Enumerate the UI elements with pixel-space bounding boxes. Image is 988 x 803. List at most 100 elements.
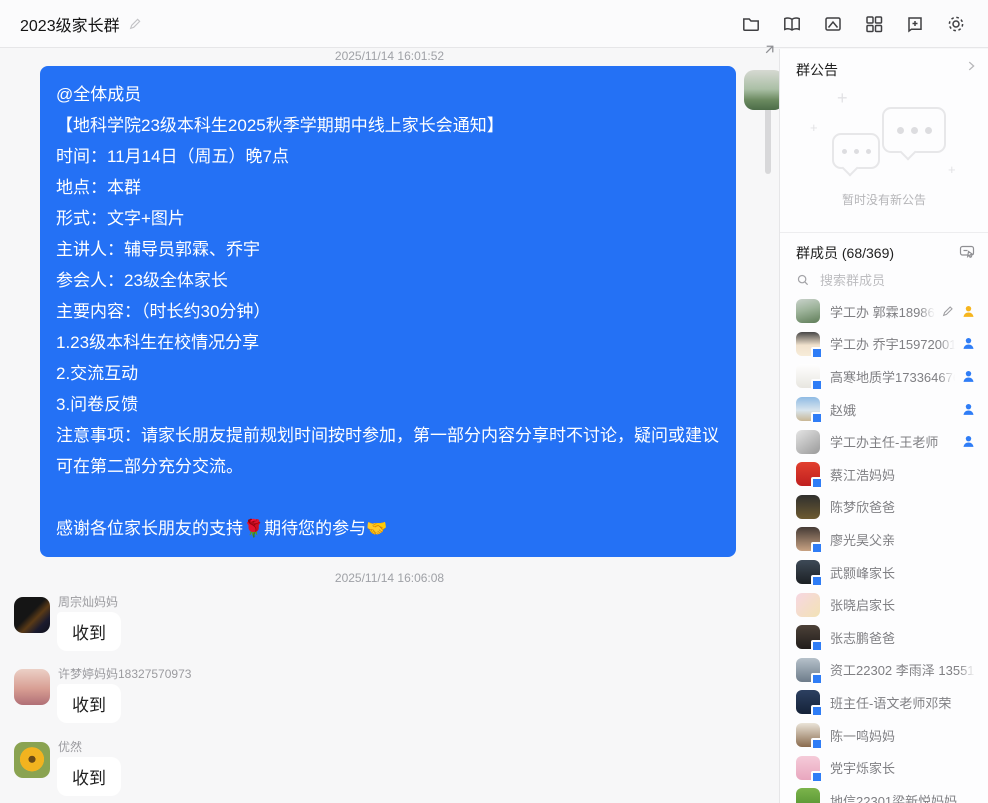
member-name: 廖光昊父亲 xyxy=(830,530,975,549)
role-person-icon xyxy=(962,305,975,318)
announcement-line: 3.问卷反馈 xyxy=(56,389,720,420)
grid-icon[interactable] xyxy=(862,12,886,36)
member-name: 地信22301梁新悦妈妈 xyxy=(830,791,975,803)
announcement-message-bubble[interactable]: @全体成员【地科学院23级本科生2025秋季学期期中线上家长会通知】时间：11月… xyxy=(40,66,736,557)
chat-window: 2023级家长群 2025/11/14 1 xyxy=(0,0,988,803)
member-avatar xyxy=(796,430,820,454)
member-name: 张晓启家长 xyxy=(830,595,975,614)
collapse-panel-icon[interactable] xyxy=(762,42,777,57)
sender-name: 许梦婷妈妈18327570973 xyxy=(58,665,191,682)
speech-bubble-icon xyxy=(882,107,946,153)
role-person-icon xyxy=(962,403,975,416)
member-row[interactable]: 张志鹏爸爸 xyxy=(780,621,988,654)
member-search xyxy=(796,269,974,291)
member-row[interactable]: 资工22302 李雨泽 13551874 xyxy=(780,654,988,687)
add-window-icon[interactable] xyxy=(903,12,927,36)
mobile-online-badge xyxy=(811,575,823,587)
member-avatar xyxy=(796,788,820,803)
member-search-input[interactable] xyxy=(818,272,952,289)
member-row[interactable]: 武颢峰家长 xyxy=(780,556,988,589)
plus-decoration-icon: + xyxy=(837,89,848,107)
search-icon xyxy=(796,273,810,287)
group-title: 2023级家长群 xyxy=(20,12,120,36)
message-bubble[interactable]: 收到 xyxy=(57,757,121,796)
mobile-online-badge xyxy=(811,673,823,685)
mobile-online-badge xyxy=(811,771,823,783)
member-row[interactable]: 陈梦欣爸爸 xyxy=(780,491,988,524)
member-row[interactable]: 学工办 乔宇1597200196 xyxy=(780,328,988,361)
member-row[interactable]: 学工办主任-王老师 xyxy=(780,425,988,458)
member-row[interactable]: 学工办 郭霖189866 xyxy=(780,295,988,328)
member-row[interactable]: 张晓启家长 xyxy=(780,588,988,621)
edit-remark-icon[interactable] xyxy=(941,304,955,318)
member-row[interactable]: 党宇烁家长 xyxy=(780,751,988,784)
mobile-online-badge xyxy=(811,347,823,359)
announcement-line: 地点：本群 xyxy=(56,172,720,203)
member-avatar xyxy=(796,593,820,617)
member-name: 学工办主任-王老师 xyxy=(830,432,955,451)
announcement-line: @全体成员 xyxy=(56,79,720,110)
member-row[interactable]: 廖光昊父亲 xyxy=(780,523,988,556)
announcement-line: 主讲人：辅导员郭霖、乔宇 xyxy=(56,234,720,265)
mobile-online-badge xyxy=(811,542,823,554)
timestamp: 2025/11/14 16:01:52 xyxy=(0,49,779,63)
chevron-right-icon[interactable] xyxy=(964,59,978,73)
toolbar xyxy=(739,12,968,36)
mobile-online-badge xyxy=(811,738,823,750)
member-row[interactable]: 赵娥 xyxy=(780,393,988,426)
member-name: 班主任-语文老师邓荣 xyxy=(830,693,975,712)
member-chat-settings-icon[interactable] xyxy=(959,243,975,259)
member-name: 武颢峰家长 xyxy=(830,563,975,582)
chat-area: 2025/11/14 16:01:52 @全体成员【地科学院23级本科生2025… xyxy=(0,49,779,803)
role-person-icon xyxy=(962,337,975,350)
no-announcement-text: 暂时没有新公告 xyxy=(780,191,988,208)
member-list: 学工办 郭霖189866 学工办 乔宇1597200196 高寒地质学17336… xyxy=(780,295,988,803)
member-row[interactable]: 陈一鸣妈妈 xyxy=(780,719,988,752)
role-person-icon xyxy=(962,435,975,448)
announcement-line: 时间：11月14日（周五）晚7点 xyxy=(56,141,720,172)
member-avatar xyxy=(796,299,820,323)
top-bar: 2023级家长群 xyxy=(0,0,988,48)
members-panel: 群成员 (68/369) 学工办 郭霖189866 xyxy=(780,232,988,803)
announcement-line: 2.交流互动 xyxy=(56,358,720,389)
image-icon[interactable] xyxy=(821,12,845,36)
member-name: 陈梦欣爸爸 xyxy=(830,497,975,516)
announcement-line: 参会人：23级全体家长 xyxy=(56,265,720,296)
announcement-line: 主要内容：（时长约30分钟） xyxy=(56,296,720,327)
member-row[interactable]: 班主任-语文老师邓荣 xyxy=(780,686,988,719)
member-row[interactable]: 高寒地质学1733646768 xyxy=(780,360,988,393)
member-row[interactable]: 地信22301梁新悦妈妈 xyxy=(780,784,988,803)
announcement-panel-title[interactable]: 群公告 xyxy=(796,60,838,80)
member-avatar xyxy=(796,495,820,519)
member-avatar[interactable] xyxy=(14,669,50,705)
member-avatar[interactable] xyxy=(14,597,50,633)
member-name: 学工办 乔宇1597200196 xyxy=(830,334,955,353)
plus-decoration-icon: + xyxy=(948,163,956,176)
settings-icon[interactable] xyxy=(944,12,968,36)
member-avatar[interactable] xyxy=(14,742,50,778)
plus-decoration-icon: + xyxy=(810,121,818,134)
announcement-line: 形式：文字+图片 xyxy=(56,203,720,234)
message-bubble[interactable]: 收到 xyxy=(57,612,121,651)
member-name: 学工办 郭霖189866 xyxy=(830,302,935,321)
edit-title-icon[interactable] xyxy=(128,17,142,31)
member-name: 高寒地质学1733646768 xyxy=(830,367,955,386)
timestamp: 2025/11/14 16:06:08 xyxy=(0,571,779,585)
book-icon[interactable] xyxy=(780,12,804,36)
folder-icon[interactable] xyxy=(739,12,763,36)
announcement-line: 【地科学院23级本科生2025秋季学期期中线上家长会通知】 xyxy=(56,110,720,141)
empty-announcement-illustration: + + + xyxy=(780,89,988,189)
mobile-online-badge xyxy=(811,477,823,489)
announcement-lines: @全体成员【地科学院23级本科生2025秋季学期期中线上家长会通知】时间：11月… xyxy=(56,79,720,544)
announcement-line xyxy=(56,482,720,513)
member-name: 党宇烁家长 xyxy=(830,758,975,777)
members-panel-title: 群成员 (68/369) xyxy=(796,243,894,263)
member-row[interactable]: 蔡江浩妈妈 xyxy=(780,458,988,491)
message-bubble[interactable]: 收到 xyxy=(57,684,121,723)
member-name: 陈一鸣妈妈 xyxy=(830,726,975,745)
announcement-line: 感谢各位家长朋友的支持🌹期待您的参与🤝 xyxy=(56,513,720,544)
group-side-panel: 群公告 + + + 暂时没有新公告 群成员 (68/369) xyxy=(779,49,988,803)
role-person-icon xyxy=(962,370,975,383)
sender-avatar[interactable] xyxy=(744,70,784,110)
member-name: 赵娥 xyxy=(830,400,955,419)
